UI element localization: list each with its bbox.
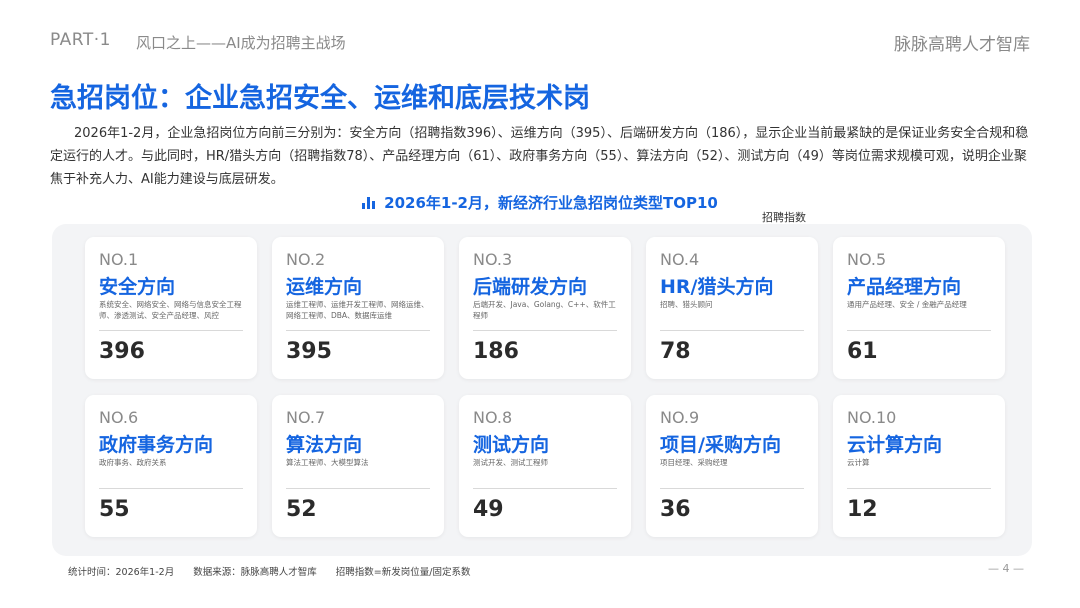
rank-number: NO.1 — [99, 250, 139, 269]
card-divider — [99, 488, 243, 489]
rank-card: NO.4 HR/猎头方向招聘、猎头顾问 78 — [646, 237, 818, 379]
job-description: 测试开发、测试工程师 — [473, 458, 548, 467]
card-divider — [847, 488, 991, 489]
page-title: 急招岗位：企业急招安全、运维和底层技术岗 — [50, 83, 590, 114]
job-direction: HR/猎头方向 — [660, 276, 774, 298]
job-description: 后端开发、Java、Golang、C++、软件工程师 — [473, 300, 616, 320]
rank-number: NO.8 — [473, 408, 513, 427]
job-description: 运维工程师、运维开发工程师、网络运维、网络工程师、DBA、数据库运维 — [286, 300, 429, 320]
rank-number: NO.9 — [660, 408, 700, 427]
job-direction: 运维方向 — [286, 276, 363, 298]
recruit-index-value: 395 — [286, 339, 332, 364]
rank-number: NO.6 — [99, 408, 139, 427]
recruit-index-value: 55 — [99, 497, 130, 522]
rank-number: NO.7 — [286, 408, 326, 427]
brand-name: 脉脉高聘人才智库 — [894, 35, 1030, 55]
rank-number: NO.5 — [847, 250, 887, 269]
chart-title-text: 2026年1-2月，新经济行业急招岗位类型TOP10 — [384, 194, 718, 212]
job-description: 招聘、猎头顾问 — [660, 300, 713, 309]
job-description: 政府事务、政府关系 — [99, 458, 167, 467]
card-divider — [99, 330, 243, 331]
job-direction: 政府事务方向 — [99, 434, 214, 456]
rank-card: NO.2 运维方向 运维工程师、运维开发工程师、网络运维、网络工程师、DBA、数据库… — [272, 237, 444, 379]
rank-card: NO.8 测试方向测试开发、测试工程师 49 — [459, 395, 631, 537]
recruit-index-value: 186 — [473, 339, 519, 364]
job-direction: 云计算方向 — [847, 434, 943, 456]
section-title: 风口之上——AI成为招聘主战场 — [136, 34, 346, 52]
card-divider — [286, 330, 430, 331]
recruit-index-value: 52 — [286, 497, 317, 522]
intro-paragraph: 2026年1-2月，企业急招岗位方向前三分别为：安全方向（招聘指数396）、运维… — [50, 126, 1029, 187]
recruit-index-value: 61 — [847, 339, 878, 364]
page-number: — 4 — — [988, 562, 1024, 575]
card-divider — [660, 330, 804, 331]
bar-chart-icon — [362, 197, 376, 209]
stat-time: 统计时间：2026年1-2月 — [68, 567, 175, 578]
card-divider — [847, 330, 991, 331]
rank-number: NO.3 — [473, 250, 513, 269]
job-description: 项目经理、采购经理 — [660, 458, 728, 467]
card-divider — [473, 330, 617, 331]
recruit-index-value: 49 — [473, 497, 504, 522]
index-label: 招聘指数 — [762, 211, 806, 224]
job-direction: 测试方向 — [473, 434, 550, 456]
data-source: 数据来源：脉脉高聘人才智库 — [193, 567, 317, 578]
rank-card: NO.3 后端研发方向 后端开发、Java、Golang、C++、软件工程师 186 — [459, 237, 631, 379]
job-direction: 安全方向 — [99, 276, 176, 298]
index-formula: 招聘指数=新发岗位量/固定系数 — [335, 567, 471, 578]
job-description: 系统安全、网络安全、网络与信息安全工程师、渗透测试、安全产品经理、风控 — [99, 300, 242, 320]
chart-title: 2026年1-2月，新经济行业急招岗位类型TOP10 — [0, 192, 1080, 213]
rank-card: NO.6 政府事务方向政府事务、政府关系 55 — [85, 395, 257, 537]
rank-number: NO.10 — [847, 408, 897, 427]
card-divider — [660, 488, 804, 489]
job-description: 通用产品经理、安全 / 金融产品经理 — [847, 300, 967, 309]
recruit-index-value: 36 — [660, 497, 691, 522]
rank-number: NO.2 — [286, 250, 326, 269]
rank-number: NO.4 — [660, 250, 700, 269]
card-divider — [473, 488, 617, 489]
job-description: 算法工程师、大模型算法 — [286, 458, 369, 467]
rank-card: NO.10 云计算方向云计算 12 — [833, 395, 1005, 537]
card-divider — [286, 488, 430, 489]
recruit-index-value: 78 — [660, 339, 691, 364]
footer-note: 统计时间：2026年1-2月 数据来源：脉脉高聘人才智库 招聘指数=新发岗位量/… — [68, 564, 486, 578]
recruit-index-value: 396 — [99, 339, 145, 364]
rank-card: NO.5 产品经理方向通用产品经理、安全 / 金融产品经理 61 — [833, 237, 1005, 379]
rank-card: NO.7 算法方向算法工程师、大模型算法 52 — [272, 395, 444, 537]
job-direction: 项目/采购方向 — [660, 434, 781, 456]
recruit-index-value: 12 — [847, 497, 878, 522]
job-direction: 后端研发方向 — [473, 276, 588, 298]
rank-card: NO.1 安全方向 系统安全、网络安全、网络与信息安全工程师、渗透测试、安全产品经理… — [85, 237, 257, 379]
job-direction: 算法方向 — [286, 434, 363, 456]
job-direction: 产品经理方向 — [847, 276, 962, 298]
rank-card: NO.9 项目/采购方向项目经理、采购经理 36 — [646, 395, 818, 537]
part-label: PART·1 — [50, 30, 111, 50]
job-description: 云计算 — [847, 458, 870, 467]
page-header: PART·1 风口之上——AI成为招聘主战场 脉脉高聘人才智库 — [50, 30, 1030, 55]
